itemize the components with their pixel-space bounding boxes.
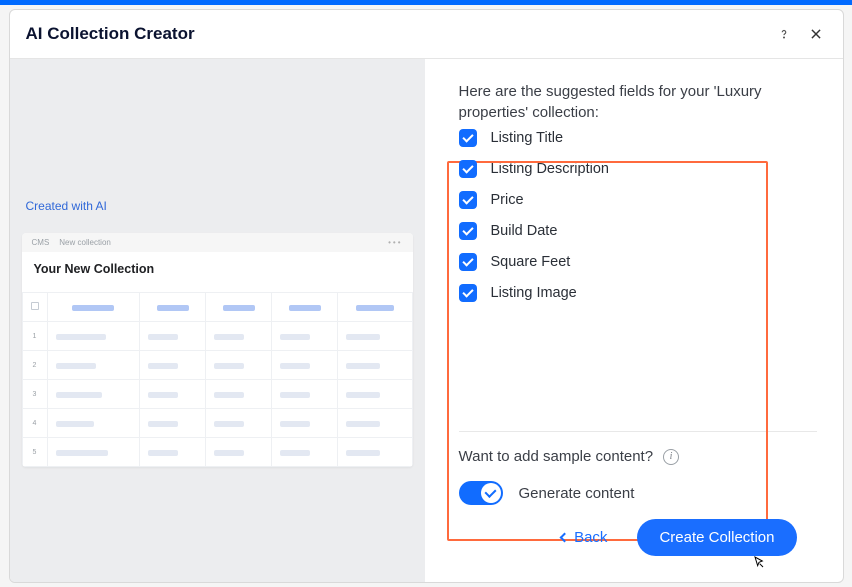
field-item-listing-image[interactable]: Listing Image <box>459 284 817 302</box>
field-item-build-date[interactable]: Build Date <box>459 222 817 240</box>
table-row: 2 <box>22 351 412 380</box>
collection-preview-card: CMS New collection ••• Your New Collecti… <box>22 233 413 467</box>
back-label: Back <box>574 529 607 546</box>
field-label: Build Date <box>491 223 558 239</box>
preview-table: 1 2 3 4 5 <box>22 292 413 467</box>
generate-content-row: Generate content <box>459 481 817 505</box>
preview-header-checkbox <box>31 302 39 310</box>
preview-panel: Created with AI CMS New collection ••• Y… <box>10 59 425 582</box>
modal-title: AI Collection Creator <box>26 24 195 44</box>
ai-collection-modal: AI Collection Creator Created with AI CM… <box>9 9 844 583</box>
suggested-fields-list: Listing Title Listing Description Price … <box>459 129 817 302</box>
close-icon[interactable] <box>809 27 823 41</box>
generate-content-toggle[interactable] <box>459 481 503 505</box>
field-item-square-feet[interactable]: Square Feet <box>459 253 817 271</box>
checkbox-icon[interactable] <box>459 129 477 147</box>
divider <box>459 431 817 432</box>
chevron-left-icon <box>560 533 570 543</box>
checkbox-icon[interactable] <box>459 160 477 178</box>
field-item-listing-title[interactable]: Listing Title <box>459 129 817 147</box>
cursor-icon <box>751 555 767 571</box>
create-collection-button[interactable]: Create Collection <box>637 519 796 556</box>
sample-content-prompt: Want to add sample content? i <box>459 448 817 465</box>
modal-body: Created with AI CMS New collection ••• Y… <box>10 59 843 582</box>
table-row: 4 <box>22 409 412 438</box>
preview-breadcrumb-row: CMS New collection ••• <box>22 233 413 252</box>
generate-content-label: Generate content <box>519 485 635 502</box>
crumb-new: New collection <box>59 238 111 247</box>
config-panel: Here are the suggested fields for your '… <box>425 59 843 582</box>
created-with-ai-label: Created with AI <box>26 199 425 213</box>
sample-content-text: Want to add sample content? <box>459 448 654 465</box>
checkbox-icon[interactable] <box>459 222 477 240</box>
table-row: 3 <box>22 380 412 409</box>
back-button[interactable]: Back <box>547 521 621 554</box>
preview-dots-icon: ••• <box>388 238 402 247</box>
checkbox-icon[interactable] <box>459 191 477 209</box>
field-label: Listing Image <box>491 285 577 301</box>
preview-collection-title: Your New Collection <box>22 252 413 292</box>
header-icons <box>777 27 823 41</box>
field-label: Price <box>491 192 524 208</box>
table-row: 1 <box>22 322 412 351</box>
modal-header: AI Collection Creator <box>10 10 843 59</box>
toggle-knob <box>481 483 501 503</box>
modal-footer: Back Create Collection <box>459 505 817 566</box>
table-row: 5 <box>22 438 412 467</box>
crumb-cms: CMS <box>32 238 50 247</box>
field-label: Square Feet <box>491 254 571 270</box>
field-label: Listing Title <box>491 130 564 146</box>
checkbox-icon[interactable] <box>459 284 477 302</box>
checkbox-icon[interactable] <box>459 253 477 271</box>
field-item-price[interactable]: Price <box>459 191 817 209</box>
info-icon[interactable]: i <box>663 449 679 465</box>
intro-text: Here are the suggested fields for your '… <box>459 81 817 123</box>
field-label: Listing Description <box>491 161 609 177</box>
field-item-listing-description[interactable]: Listing Description <box>459 160 817 178</box>
help-icon[interactable] <box>777 27 791 41</box>
app-top-bar <box>0 0 852 5</box>
